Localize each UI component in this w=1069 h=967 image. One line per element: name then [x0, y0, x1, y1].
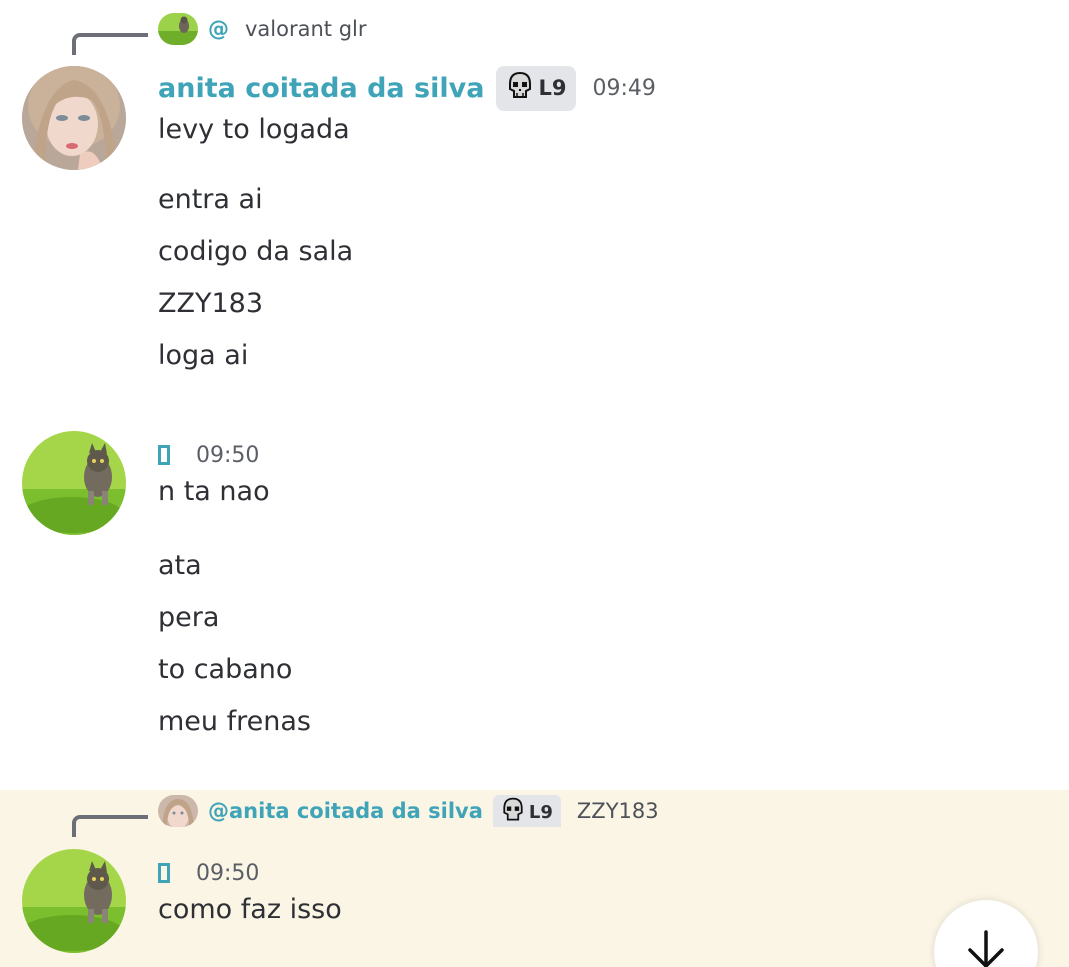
message-group-reply: @anita coitada da silva L9 ZZY183 09:50 …	[0, 790, 1069, 967]
avatar-cat-user[interactable]	[22, 849, 126, 953]
message-line: ZZY183	[158, 288, 264, 319]
message-line: entra ai	[158, 184, 263, 215]
badge-label: L9	[538, 76, 567, 100]
message-header: anita coitada da silva L9 09:49	[158, 65, 656, 111]
level-badge[interactable]: L9	[492, 795, 561, 829]
reply-preview[interactable]: @anita coitada da silva L9 ZZY183	[158, 794, 659, 828]
message-line: pera	[158, 602, 220, 633]
avatar-anita[interactable]	[22, 66, 126, 170]
username-glyph[interactable]	[158, 863, 170, 883]
message-line: codigo da sala	[158, 236, 354, 267]
arrow-down-icon	[964, 928, 1008, 967]
username-glyph[interactable]	[158, 445, 170, 465]
message-line: ata	[158, 550, 202, 581]
chat-view: @𝅳 valorant glr anita coitada da silva	[0, 0, 1069, 967]
message-line: to cabano	[158, 654, 293, 685]
skull-icon	[504, 70, 536, 107]
avatar-cat-user[interactable]	[22, 431, 126, 535]
message-line: loga ai	[158, 340, 249, 371]
reply-text: ZZY183	[576, 799, 659, 823]
reply-mention[interactable]: @anita coitada da silva	[208, 799, 483, 823]
message-line: como faz isso	[158, 894, 342, 925]
username[interactable]: anita coitada da silva	[158, 73, 484, 104]
skull-icon	[499, 796, 527, 829]
timestamp: 09:49	[592, 75, 656, 101]
badge-label: L9	[528, 801, 553, 823]
reply-connector	[72, 33, 148, 55]
message-header: 09:50	[158, 440, 259, 470]
reply-text: valorant glr	[245, 17, 367, 41]
timestamp: 09:50	[196, 442, 260, 468]
message-line: n ta nao	[158, 476, 270, 507]
message-header: 09:50	[158, 858, 259, 888]
message-line: levy to logada	[158, 114, 350, 145]
message-group-cat-user: 09:50 n ta nao ata pera to cabano meu fr…	[0, 420, 1069, 790]
reply-avatar	[158, 13, 198, 45]
message-group-anita: @𝅳 valorant glr anita coitada da silva	[0, 0, 1069, 420]
reply-mention[interactable]: @𝅳	[208, 17, 229, 41]
timestamp: 09:50	[196, 860, 260, 886]
level-badge[interactable]: L9	[496, 65, 577, 111]
reply-avatar	[158, 795, 198, 827]
reply-preview[interactable]: @𝅳 valorant glr	[158, 12, 367, 46]
reply-connector	[72, 815, 148, 837]
message-line: meu frenas	[158, 706, 311, 737]
